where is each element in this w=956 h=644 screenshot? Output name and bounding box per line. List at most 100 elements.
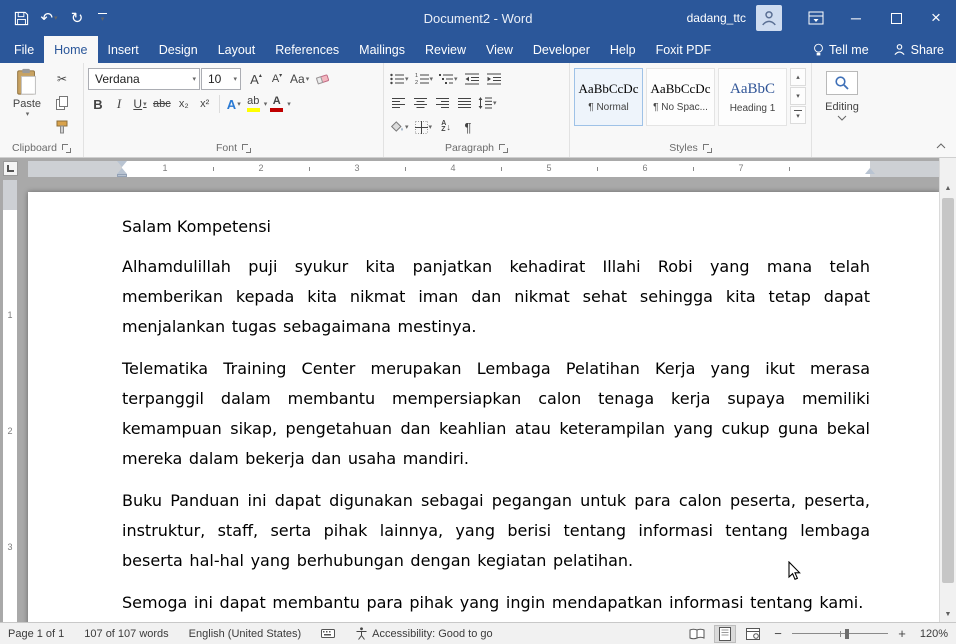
paste-button[interactable]: Paste ▾ [4, 68, 50, 138]
word-count[interactable]: 107 of 107 words [84, 628, 168, 640]
avatar[interactable] [756, 5, 782, 31]
increase-indent-button[interactable] [484, 68, 504, 90]
cut-button[interactable]: ✂ [52, 68, 72, 90]
decrease-indent-button[interactable] [462, 68, 482, 90]
document-text[interactable]: Salam Kompetensi Alhamdulillah puji syuk… [28, 192, 940, 618]
tab-home[interactable]: Home [44, 36, 97, 63]
style-no-spacing[interactable]: AaBbCcDc ¶ No Spac... [646, 68, 715, 126]
tab-layout[interactable]: Layout [208, 36, 266, 63]
chevron-down-icon[interactable]: ▾ [287, 100, 291, 108]
align-center-button[interactable] [410, 92, 430, 114]
bullets-button[interactable]: ▾ [388, 68, 411, 90]
redo-button[interactable]: ↻ [64, 5, 90, 31]
bold-button[interactable]: B [88, 93, 108, 115]
tell-me-button[interactable]: Tell me [801, 36, 881, 63]
doc-paragraph[interactable]: Semoga ini dapat membantu para pihak yan… [122, 588, 870, 618]
zoom-in-button[interactable]: + [894, 626, 910, 642]
tab-insert[interactable]: Insert [98, 36, 149, 63]
tab-mailings[interactable]: Mailings [349, 36, 415, 63]
read-mode-button[interactable] [686, 625, 708, 643]
scroll-up-button[interactable]: ▲ [940, 180, 956, 196]
minimize-button[interactable]: ─ [836, 0, 876, 36]
chevron-down-icon[interactable]: ▾ [264, 100, 268, 108]
paragraph-dialog-launcher[interactable] [499, 144, 508, 153]
styles-more-button[interactable]: ▾ [790, 106, 806, 124]
change-case-button[interactable]: Aa▾ [288, 68, 311, 90]
italic-button[interactable]: I [109, 93, 129, 115]
undo-button[interactable]: ↶▾ [36, 5, 62, 31]
underline-button[interactable]: U▾ [130, 93, 150, 115]
tab-file[interactable]: File [4, 36, 44, 63]
justify-button[interactable] [454, 92, 474, 114]
share-button[interactable]: Share [881, 36, 956, 63]
doc-paragraph[interactable]: Buku Panduan ini dapat digunakan sebagai… [122, 486, 870, 576]
tab-review[interactable]: Review [415, 36, 476, 63]
close-button[interactable]: × [916, 0, 956, 36]
scrollbar-thumb[interactable] [942, 198, 954, 583]
styles-scroll-down-button[interactable]: ▾ [790, 87, 806, 105]
tab-view[interactable]: View [476, 36, 523, 63]
accessibility-status[interactable]: Accessibility: Good to go [355, 627, 492, 640]
multilevel-list-button[interactable]: ▾ [437, 68, 460, 90]
ribbon-display-options-button[interactable] [796, 0, 836, 36]
show-formatting-marks-button[interactable]: ¶ [458, 116, 478, 138]
horizontal-ruler[interactable]: 1 2 3 4 5 6 7 [28, 161, 940, 177]
font-color-button[interactable]: A [268, 93, 285, 115]
align-left-button[interactable] [388, 92, 408, 114]
clear-formatting-button[interactable] [312, 68, 332, 90]
style-normal[interactable]: AaBbCcDc ¶ Normal [574, 68, 643, 126]
zoom-slider-thumb[interactable] [845, 629, 849, 639]
zoom-level[interactable]: 120% [916, 628, 948, 640]
zoom-slider[interactable] [792, 627, 888, 641]
account-name[interactable]: dadang_ttc [687, 11, 746, 25]
customize-qat-button[interactable]: ▾ [92, 5, 112, 31]
clipboard-dialog-launcher[interactable] [62, 144, 71, 153]
tab-developer[interactable]: Developer [523, 36, 600, 63]
styles-dialog-launcher[interactable] [703, 144, 712, 153]
tab-design[interactable]: Design [149, 36, 208, 63]
superscript-button[interactable]: x² [195, 93, 215, 115]
web-layout-button[interactable] [742, 625, 764, 643]
scroll-down-button[interactable]: ▼ [940, 606, 956, 622]
copy-button[interactable] [52, 92, 72, 114]
highlight-button[interactable]: ab [245, 93, 262, 115]
align-right-button[interactable] [432, 92, 452, 114]
language-status[interactable]: English (United States) [189, 628, 302, 640]
maximize-button[interactable] [876, 0, 916, 36]
sort-button[interactable]: A Z ↓ [436, 116, 456, 138]
font-name-select[interactable]: Verdana▾ [88, 68, 200, 90]
collapse-ribbon-button[interactable] [932, 139, 950, 153]
format-painter-button[interactable] [52, 116, 72, 138]
subscript-button[interactable]: x₂ [174, 93, 194, 115]
numbering-button[interactable]: 12 ▾ [413, 68, 436, 90]
editing-menu-button[interactable] [826, 71, 858, 95]
left-indent-marker[interactable] [117, 174, 127, 177]
tab-references[interactable]: References [265, 36, 349, 63]
strikethrough-button[interactable]: abc [151, 93, 173, 115]
grow-font-button[interactable]: A▴ [246, 68, 266, 90]
style-heading-1[interactable]: AaBbC Heading 1 [718, 68, 787, 126]
vertical-scrollbar[interactable]: ▲ ▼ [939, 180, 956, 622]
font-dialog-launcher[interactable] [242, 144, 251, 153]
doc-paragraph[interactable]: Alhamdulillah puji syukur kita panjatkan… [122, 252, 870, 342]
save-button[interactable] [8, 5, 34, 31]
print-layout-button[interactable] [714, 625, 736, 643]
doc-heading[interactable]: Salam Kompetensi [122, 214, 870, 240]
doc-paragraph[interactable]: Telematika Training Center merupakan Lem… [122, 354, 870, 474]
text-effects-button[interactable]: A▾ [224, 93, 244, 115]
line-spacing-button[interactable]: ▾ [476, 92, 499, 114]
title-bar[interactable]: ↶▾ ↻ ▾ Document2 - Word dadang_ttc ─ × [0, 0, 956, 36]
font-size-select[interactable]: 10▾ [201, 68, 241, 90]
right-indent-marker[interactable] [865, 168, 875, 174]
borders-button[interactable]: ▾ [413, 116, 435, 138]
keyboard-indicator[interactable] [321, 629, 335, 638]
shading-button[interactable]: ▾ [388, 116, 411, 138]
tab-stop-selector[interactable] [3, 161, 18, 176]
first-line-indent-marker[interactable] [117, 161, 127, 167]
zoom-out-button[interactable]: − [770, 626, 786, 642]
styles-scroll-up-button[interactable]: ▴ [790, 68, 806, 86]
page-count[interactable]: Page 1 of 1 [8, 628, 64, 640]
tab-foxit-pdf[interactable]: Foxit PDF [646, 36, 722, 63]
shrink-font-button[interactable]: A▾ [267, 68, 287, 90]
tab-help[interactable]: Help [600, 36, 646, 63]
